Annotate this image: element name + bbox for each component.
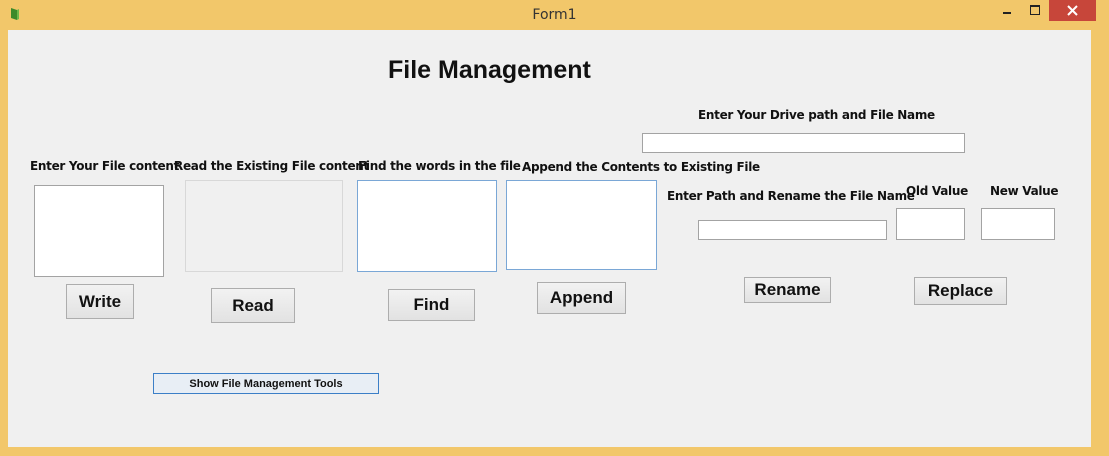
maximize-button[interactable]	[1022, 0, 1048, 21]
page-title: File Management	[388, 56, 591, 84]
old-value-label: Old Value	[906, 184, 968, 198]
drive-path-input[interactable]	[642, 133, 965, 153]
rename-button[interactable]: Rename	[744, 277, 831, 303]
rename-path-input[interactable]	[698, 220, 887, 240]
close-button[interactable]	[1049, 0, 1096, 21]
rename-path-label: Enter Path and Rename the File Name	[667, 189, 915, 203]
title-bar[interactable]: Form1	[0, 0, 1109, 30]
find-button[interactable]: Find	[388, 289, 475, 321]
old-value-input[interactable]	[896, 208, 965, 240]
file-content-label: Enter Your File content	[30, 159, 180, 173]
find-words-textarea[interactable]	[357, 180, 497, 272]
close-icon	[1067, 5, 1078, 16]
find-words-label: Find the words in the file	[358, 159, 521, 173]
form1-window: Form1 File Management Enter Your Drive p…	[0, 0, 1109, 456]
write-button[interactable]: Write	[66, 284, 134, 319]
read-button[interactable]: Read	[211, 288, 295, 323]
window-title: Form1	[532, 7, 577, 23]
replace-button[interactable]: Replace	[914, 277, 1007, 305]
read-content-textarea[interactable]	[185, 180, 343, 272]
minimize-button[interactable]	[994, 0, 1020, 21]
file-content-textarea[interactable]	[34, 185, 164, 277]
append-contents-textarea[interactable]	[506, 180, 657, 270]
append-button[interactable]: Append	[537, 282, 626, 314]
append-contents-label: Append the Contents to Existing File	[522, 160, 760, 174]
read-existing-label: Read the Existing File content	[174, 159, 369, 173]
new-value-input[interactable]	[981, 208, 1055, 240]
drive-path-label: Enter Your Drive path and File Name	[698, 108, 935, 122]
show-tools-button[interactable]: Show File Management Tools	[153, 373, 379, 394]
new-value-label: New Value	[990, 184, 1059, 198]
form-client-area: File Management Enter Your Drive path an…	[8, 30, 1091, 447]
